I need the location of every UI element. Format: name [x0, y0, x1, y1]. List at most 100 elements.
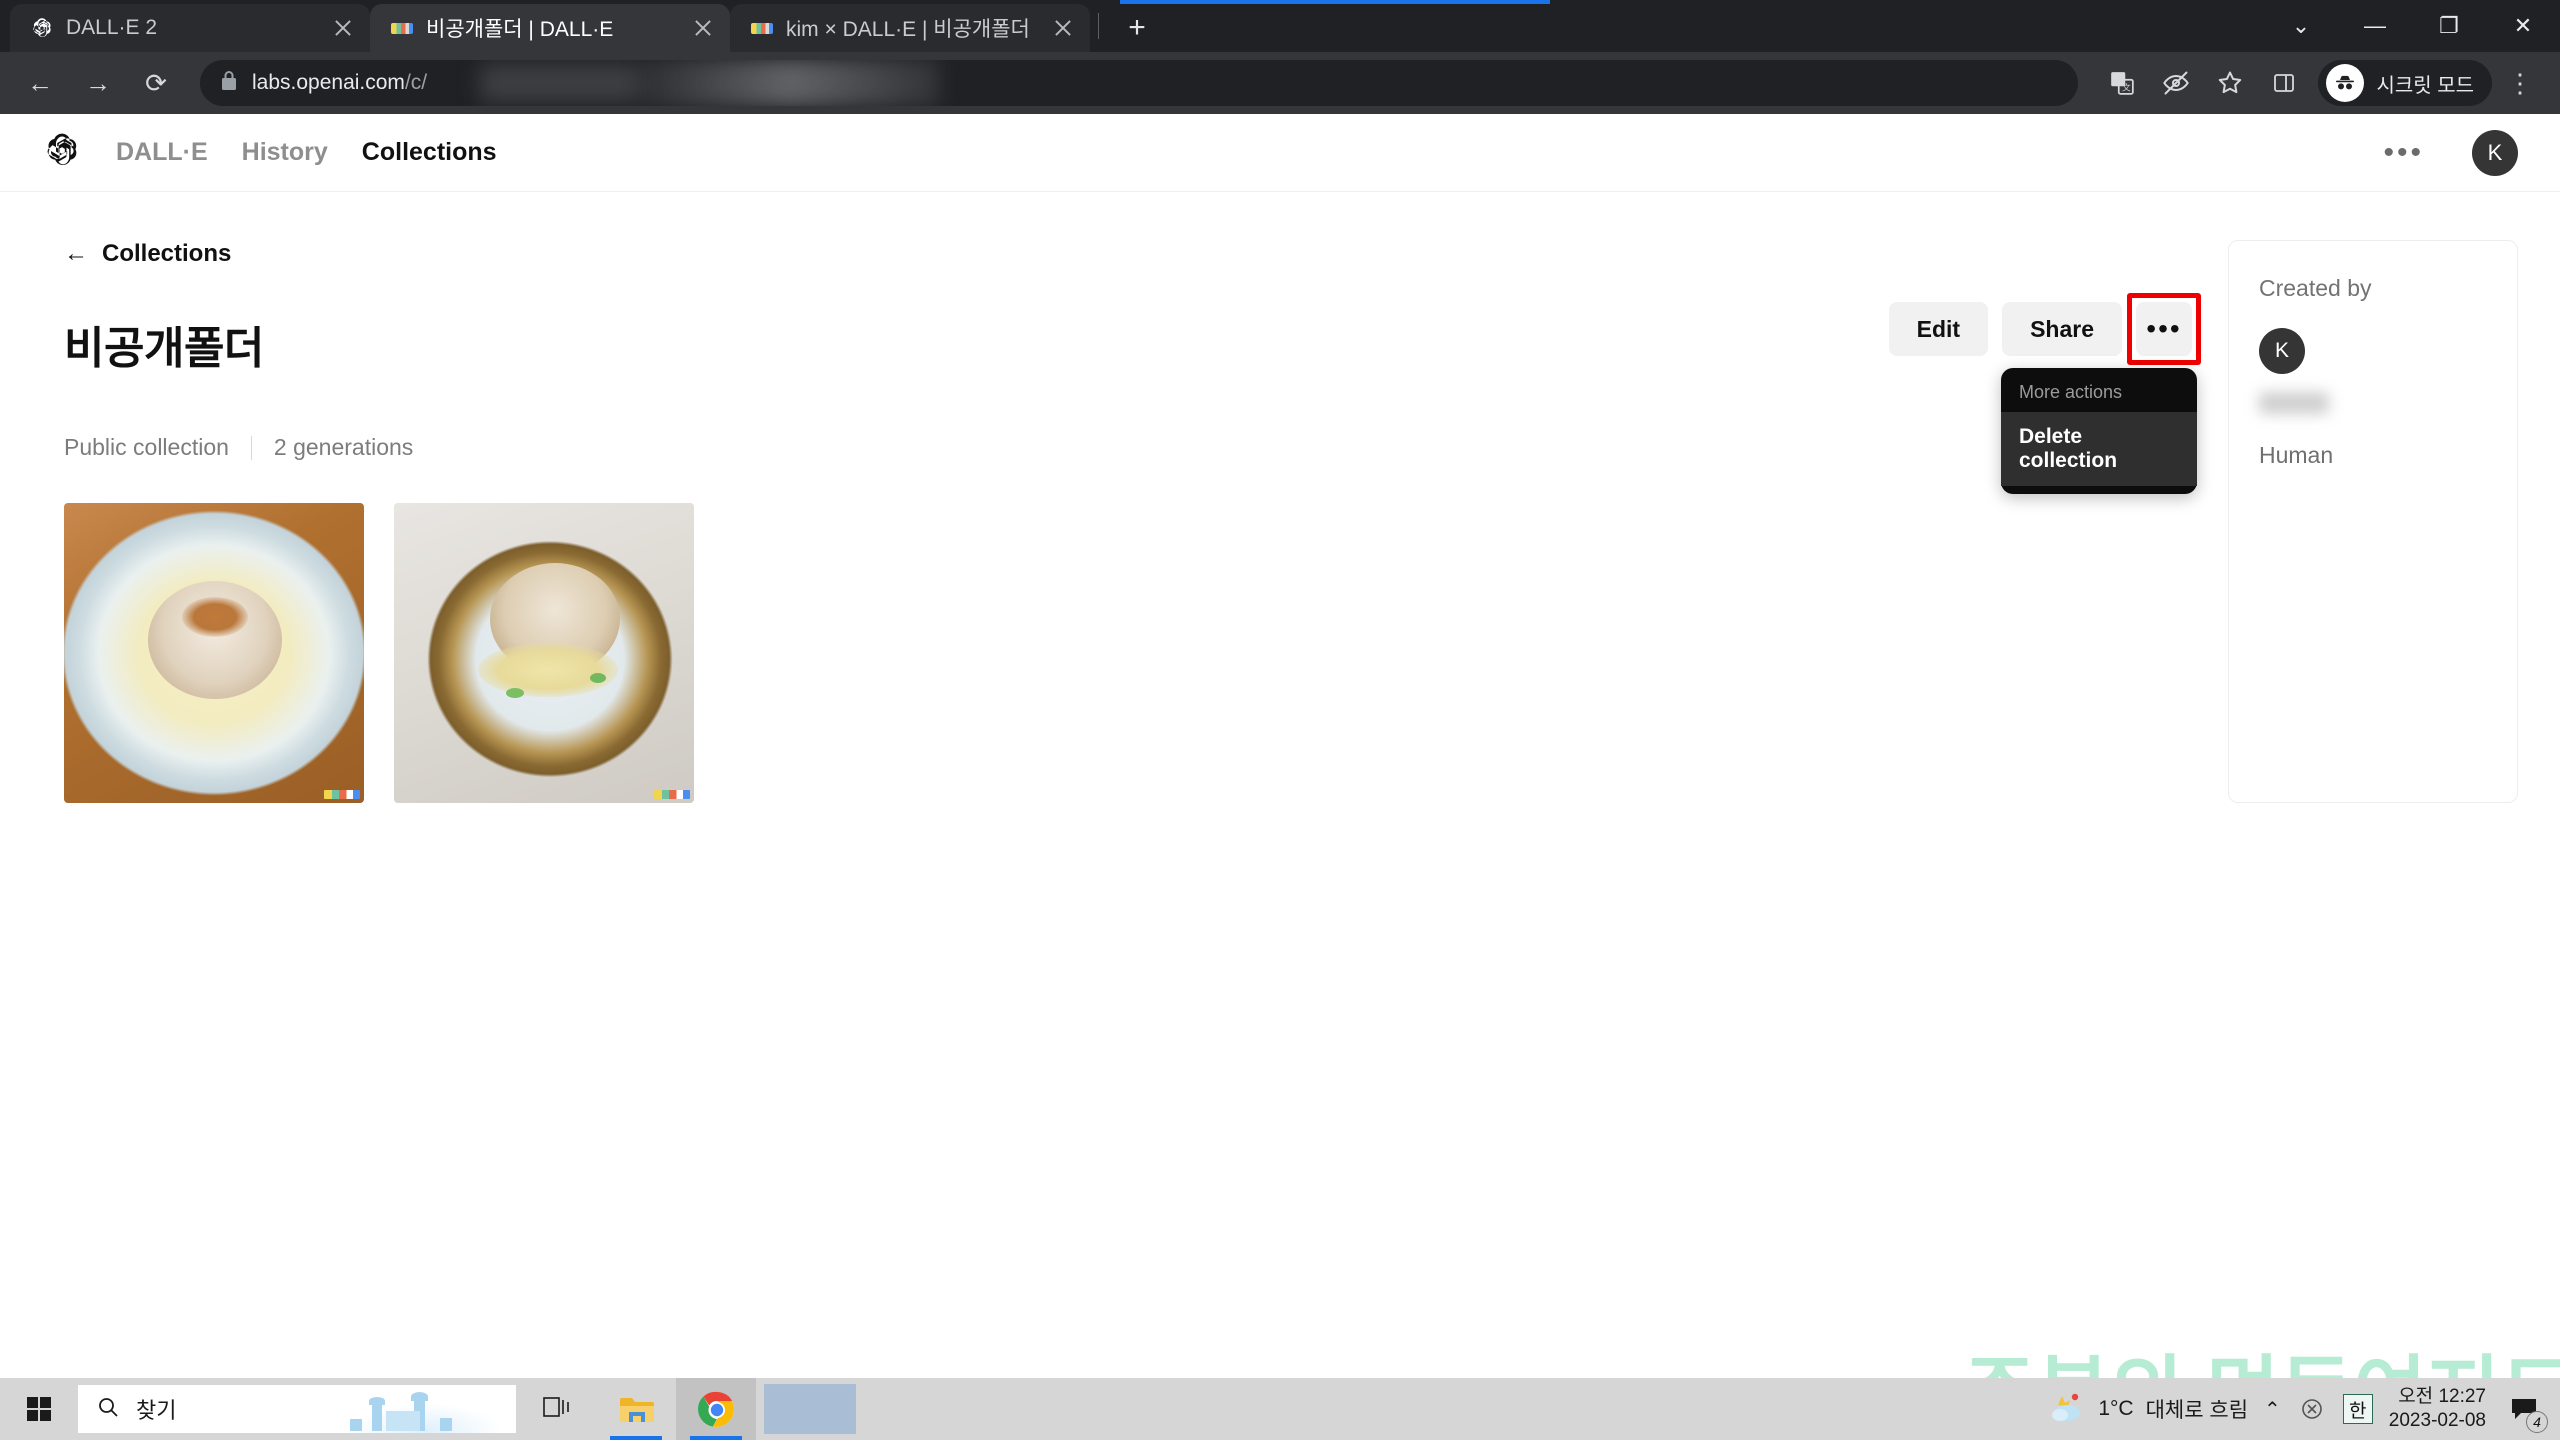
browser-tab-1[interactable]: DALL·E 2	[10, 4, 370, 52]
page-content: DALL·E History Collections ••• K ← Colle…	[0, 114, 2560, 1440]
weather-description: 대체로 흐림	[2145, 1399, 2249, 1422]
nav-history[interactable]: History	[242, 138, 328, 167]
tab-search-icon[interactable]: ⌄	[2264, 0, 2338, 52]
toolbar-right-group: G 文 시크릿 모드 ⋮	[2096, 57, 2546, 109]
dalle-stripe-icon	[750, 16, 774, 40]
dalle-watermark-icon	[324, 790, 360, 799]
new-tab-button[interactable]: +	[1113, 4, 1161, 52]
dalle-watermark-icon	[654, 790, 690, 799]
side-panel-icon[interactable]	[2258, 57, 2310, 109]
openai-logo-icon	[30, 16, 54, 40]
tab-title: 비공개폴더 | DALL·E	[426, 18, 614, 41]
author-avatar: K	[2259, 328, 2305, 374]
notification-count-badge: 4	[2526, 1411, 2548, 1433]
restore-icon[interactable]: ❐	[2412, 0, 2486, 52]
openai-logo-icon[interactable]	[42, 130, 82, 175]
nav-collections[interactable]: Collections	[362, 138, 497, 167]
task-view-icon	[541, 1393, 571, 1426]
minimize-icon[interactable]: —	[2338, 0, 2412, 52]
search-placeholder: 찾기	[136, 1398, 177, 1423]
more-actions-button[interactable]: •••	[2136, 302, 2192, 356]
dalle-stripe-icon	[390, 16, 414, 40]
generation-thumbnail[interactable]	[64, 503, 364, 803]
created-by-card: Created by K Human	[2228, 240, 2518, 803]
nav-dalle[interactable]: DALL·E	[116, 138, 208, 167]
generation-grid	[64, 503, 2192, 803]
dropdown-header: More actions	[2019, 382, 2123, 402]
search-icon	[96, 1395, 120, 1424]
collection-meta: Public collection 2 generations	[64, 434, 2192, 461]
windows-taskbar: 찾기 1°C 대체로 흐림 ⌃ 한 오전 12:27 2023-02-08 4	[0, 1378, 2560, 1440]
start-button[interactable]	[8, 1378, 70, 1440]
tab-title: kim × DALL·E | 비공개폴더	[786, 18, 1030, 41]
generation-count: 2 generations	[273, 434, 414, 460]
author-type-label: Human	[2259, 442, 2334, 468]
clock-time: 오전 12:27	[2398, 1386, 2486, 1408]
back-to-collections-link[interactable]: ← Collections	[64, 240, 2192, 268]
edit-button[interactable]: Edit	[1888, 302, 1989, 356]
delete-collection-menu-item[interactable]: Delete collection	[2001, 412, 2197, 486]
system-tray: 1°C 대체로 흐림 ⌃ 한 오전 12:27 2023-02-08 4	[2050, 1385, 2560, 1433]
close-icon[interactable]: ✕	[2486, 0, 2560, 52]
content-area: ← Collections 비공개폴더 Public collection 2 …	[0, 192, 2560, 803]
incognito-icon	[2326, 64, 2365, 102]
chrome-taskbar-button[interactable]	[676, 1378, 756, 1440]
browser-tab-3[interactable]: kim × DALL·E | 비공개폴더	[730, 4, 1090, 52]
more-actions-wrapper: ••• More actions Delete collection	[2001, 293, 2201, 494]
visibility-label: Public collection	[64, 434, 229, 460]
ime-indicator[interactable]: 한	[2342, 1394, 2373, 1424]
forward-icon[interactable]: →	[72, 57, 124, 109]
collection-actions: Edit Share ••• More actions Delete colle…	[1888, 293, 2201, 494]
browser-window: DALL·E 2 비공개폴더 | DALL·E kim × DALL·E | 비…	[0, 0, 2560, 1440]
notification-center-button[interactable]: 4	[2502, 1387, 2548, 1433]
share-button[interactable]: Share	[2002, 302, 2122, 356]
back-label: Collections	[102, 240, 232, 267]
clock[interactable]: 오전 12:27 2023-02-08	[2389, 1385, 2486, 1433]
back-icon[interactable]: ←	[14, 57, 66, 109]
author-name-blurred	[2259, 392, 2329, 414]
taskbar-search-box[interactable]: 찾기	[78, 1385, 516, 1433]
svg-text:文: 文	[2122, 82, 2131, 93]
app-menu-icon[interactable]: •••	[2369, 136, 2438, 170]
network-icon[interactable]	[2297, 1394, 2327, 1424]
arrow-left-icon: ←	[64, 240, 88, 267]
user-avatar[interactable]: K	[2472, 129, 2518, 176]
url-text: labs.openai.com/c/	[252, 71, 428, 94]
reload-icon[interactable]: ⟳	[130, 57, 182, 109]
translate-icon[interactable]: G 文	[2096, 57, 2148, 109]
app-header: DALL·E History Collections ••• K	[0, 114, 2560, 192]
tab-close-icon[interactable]	[330, 15, 356, 41]
tab-divider	[1098, 13, 1099, 39]
star-icon[interactable]	[2204, 57, 2256, 109]
tab-strip: DALL·E 2 비공개폴더 | DALL·E kim × DALL·E | 비…	[0, 0, 2560, 52]
tab-close-icon[interactable]	[690, 15, 716, 41]
file-explorer-button[interactable]	[596, 1378, 676, 1440]
tab-loading-strip	[1120, 0, 1550, 4]
search-illustration	[336, 1385, 516, 1433]
url-blur-overlay-inner	[480, 64, 640, 102]
created-by-label: Created by	[2259, 275, 2372, 301]
weather-icon	[2050, 1391, 2086, 1428]
more-actions-dropdown: More actions Delete collection	[2001, 368, 2197, 494]
incognito-label: 시크릿 모드	[2376, 74, 2474, 97]
tab-close-icon[interactable]	[1050, 15, 1076, 41]
weather-widget[interactable]: 1°C 대체로 흐림	[2050, 1391, 2248, 1428]
task-view-button[interactable]	[516, 1378, 596, 1440]
eye-off-icon[interactable]	[2150, 57, 2202, 109]
file-explorer-icon	[618, 1394, 654, 1424]
generation-thumbnail[interactable]	[394, 503, 694, 803]
browser-menu-icon[interactable]: ⋮	[2494, 57, 2546, 109]
show-hidden-icons-chevron[interactable]: ⌃	[2264, 1397, 2281, 1422]
weather-temperature: 1°C	[2098, 1397, 2134, 1420]
windows-logo-icon	[27, 1397, 51, 1421]
tab-title: DALL·E 2	[66, 16, 158, 39]
collection-main: ← Collections 비공개폴더 Public collection 2 …	[42, 240, 2201, 803]
url-blur-overlay	[640, 60, 940, 106]
browser-tab-2[interactable]: 비공개폴더 | DALL·E	[370, 4, 730, 52]
meta-divider	[250, 435, 252, 460]
incognito-indicator[interactable]: 시크릿 모드	[2318, 60, 2492, 106]
lock-icon	[220, 70, 238, 97]
address-bar[interactable]: labs.openai.com/c/	[200, 60, 2079, 106]
clock-date: 2023-02-08	[2388, 1410, 2486, 1431]
chrome-icon	[698, 1391, 734, 1427]
